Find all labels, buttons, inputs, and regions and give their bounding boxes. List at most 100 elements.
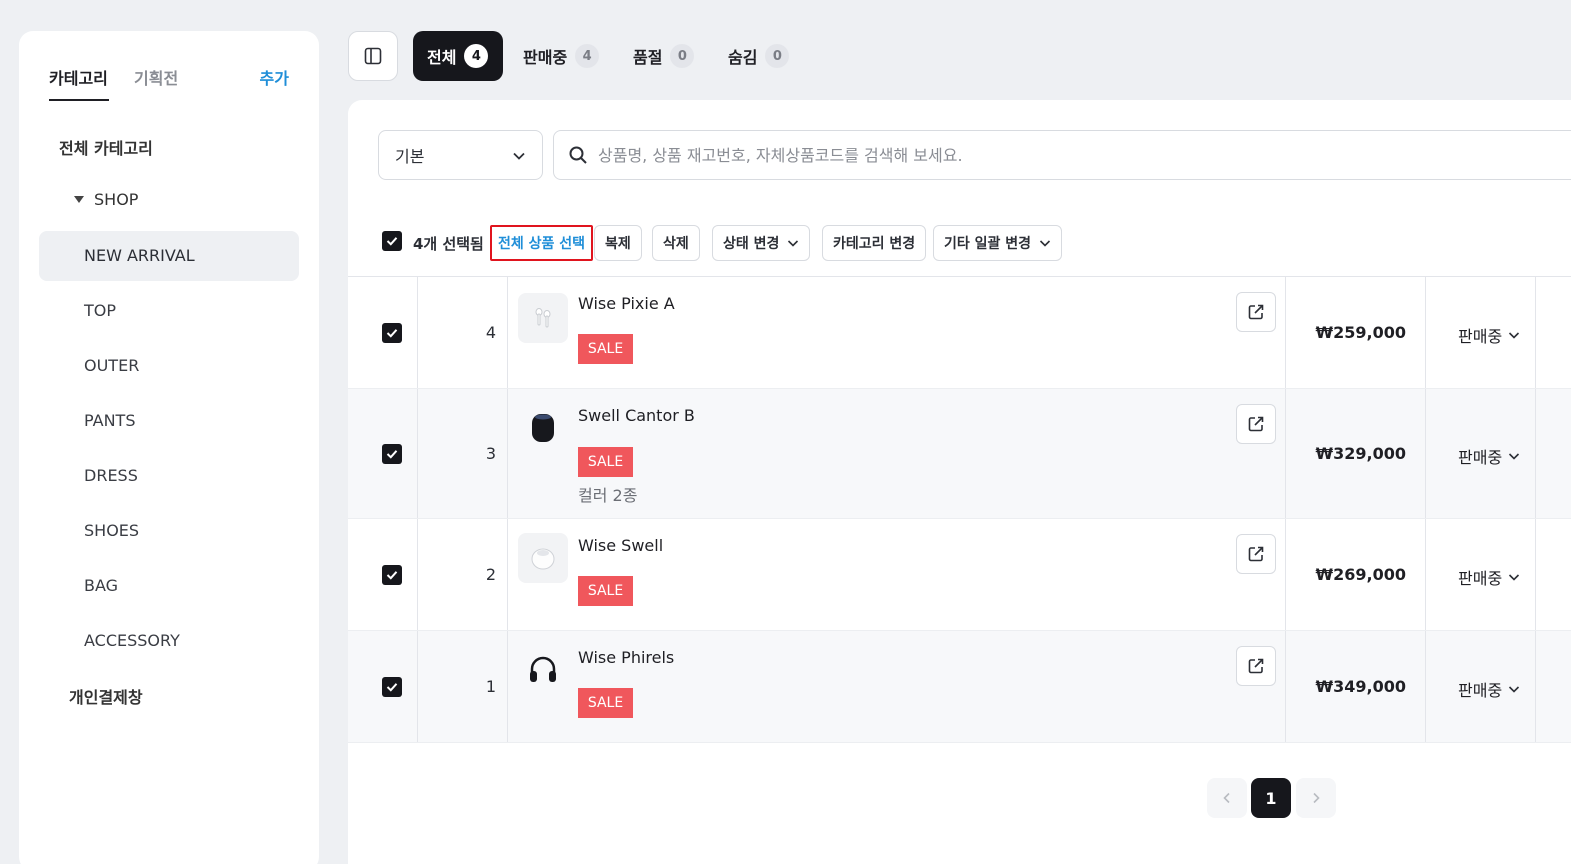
product-price: ₩349,000 bbox=[1315, 677, 1406, 696]
color-variant-count: 컬러 2종 bbox=[578, 486, 638, 505]
check-icon bbox=[386, 571, 398, 580]
search-type-value: 기본 bbox=[395, 147, 425, 166]
row-checkbox[interactable] bbox=[382, 565, 402, 585]
tab-all[interactable]: 전체 4 bbox=[413, 31, 503, 81]
row-checkbox[interactable] bbox=[382, 323, 402, 343]
column-divider bbox=[1425, 277, 1426, 388]
tab-sold-out[interactable]: 품절 0 bbox=[633, 31, 695, 81]
search-type-select[interactable]: 기본 bbox=[378, 130, 543, 180]
column-divider bbox=[1425, 389, 1426, 518]
sidebar-item-accessory[interactable]: ACCESSORY bbox=[39, 616, 299, 666]
sidebar-item-bag[interactable]: BAG bbox=[39, 561, 299, 611]
prev-page-button[interactable] bbox=[1207, 778, 1247, 818]
product-name[interactable]: Wise Pixie A bbox=[578, 294, 675, 313]
bulk-change-button[interactable]: 기타 일괄 변경 bbox=[933, 225, 1063, 261]
mini-speaker-icon bbox=[531, 548, 555, 570]
open-external-button[interactable] bbox=[1236, 404, 1276, 444]
sale-badge: SALE bbox=[578, 576, 633, 606]
table-row[interactable]: 1 Wise Phirels SALE ₩349,000 판매중 bbox=[348, 631, 1571, 743]
tab-category[interactable]: 카테고리 bbox=[49, 65, 109, 101]
sidebar-toggle-button[interactable] bbox=[348, 31, 398, 81]
tab-on-sale[interactable]: 판매중 4 bbox=[523, 31, 600, 81]
sidebar-item-new-arrival[interactable]: NEW ARRIVAL bbox=[39, 231, 299, 281]
product-thumbnail[interactable] bbox=[518, 645, 568, 695]
status-change-label: 상태 변경 bbox=[723, 236, 780, 252]
row-checkbox[interactable] bbox=[382, 444, 402, 464]
status-dropdown[interactable]: 판매중 bbox=[1458, 677, 1520, 701]
tab-on-sale-count: 4 bbox=[575, 44, 600, 68]
tab-sold-out-label: 품절 bbox=[633, 48, 663, 67]
add-category-button[interactable]: 추가 bbox=[260, 65, 289, 101]
product-number: 1 bbox=[485, 677, 496, 696]
select-all-products-button[interactable]: 전체 상품 선택 bbox=[490, 225, 594, 261]
external-link-icon bbox=[1248, 304, 1264, 320]
next-page-button[interactable] bbox=[1296, 778, 1336, 818]
product-thumbnail[interactable] bbox=[518, 293, 568, 343]
tab-promotion[interactable]: 기획전 bbox=[134, 65, 178, 101]
check-icon bbox=[386, 329, 398, 338]
shop-category[interactable]: SHOP bbox=[74, 190, 138, 209]
open-external-button[interactable] bbox=[1236, 646, 1276, 686]
open-external-button[interactable] bbox=[1236, 292, 1276, 332]
open-external-button[interactable] bbox=[1236, 534, 1276, 574]
product-thumbnail[interactable] bbox=[518, 533, 568, 583]
tab-hidden[interactable]: 숨김 0 bbox=[728, 31, 790, 81]
chevron-down-icon bbox=[1509, 332, 1520, 339]
sale-badge: SALE bbox=[578, 334, 633, 364]
delete-button[interactable]: 삭제 bbox=[652, 225, 700, 261]
sidebar-item-dress[interactable]: DRESS bbox=[39, 451, 299, 501]
product-thumbnail[interactable] bbox=[518, 403, 568, 453]
product-price: ₩269,000 bbox=[1315, 565, 1406, 584]
product-list-panel: 기본 4개 선택됨 전체 상품 선택 복제 삭제 상태 변경 카테고리 변경 기… bbox=[348, 100, 1571, 864]
chevron-down-icon bbox=[788, 240, 799, 247]
product-price: ₩259,000 bbox=[1315, 323, 1406, 342]
column-divider bbox=[507, 631, 508, 742]
category-change-button[interactable]: 카테고리 변경 bbox=[822, 225, 927, 261]
bulk-change-label: 기타 일괄 변경 bbox=[944, 236, 1032, 252]
sidebar-item-pants[interactable]: PANTS bbox=[39, 396, 299, 446]
search-box bbox=[553, 130, 1571, 180]
sidebar-item-top[interactable]: TOP bbox=[39, 286, 299, 336]
column-divider bbox=[1535, 389, 1536, 518]
table-row[interactable]: 4 Wise Pixie A SALE ₩259,000 판매중 bbox=[348, 277, 1571, 389]
column-divider bbox=[507, 519, 508, 630]
status-dropdown[interactable]: 판매중 bbox=[1458, 323, 1520, 347]
search-icon bbox=[569, 146, 587, 164]
tab-all-label: 전체 bbox=[427, 48, 457, 67]
duplicate-button[interactable]: 복제 bbox=[594, 225, 642, 261]
product-name[interactable]: Wise Swell bbox=[578, 536, 663, 555]
status-dropdown[interactable]: 판매중 bbox=[1458, 565, 1520, 589]
column-divider bbox=[1425, 519, 1426, 630]
sidebar-item-outer[interactable]: OUTER bbox=[39, 341, 299, 391]
tab-sold-out-count: 0 bbox=[670, 44, 695, 68]
tab-hidden-label: 숨김 bbox=[728, 48, 758, 67]
page-button-current[interactable]: 1 bbox=[1251, 778, 1291, 818]
table-row[interactable]: 2 Wise Swell SALE ₩269,000 판매중 bbox=[348, 519, 1571, 631]
select-all-checkbox[interactable] bbox=[382, 231, 402, 251]
headphones-icon bbox=[530, 656, 556, 682]
chevron-down-icon bbox=[1509, 686, 1520, 693]
caret-down-icon bbox=[74, 196, 84, 203]
sidebar-item-shoes[interactable]: SHOES bbox=[39, 506, 299, 556]
status-change-button[interactable]: 상태 변경 bbox=[712, 225, 811, 261]
shop-label: SHOP bbox=[94, 190, 139, 209]
all-categories[interactable]: 전체 카테고리 bbox=[59, 135, 153, 159]
status-label: 판매중 bbox=[1458, 327, 1503, 346]
check-icon bbox=[386, 237, 398, 246]
sale-badge: SALE bbox=[578, 688, 633, 718]
column-divider bbox=[1535, 519, 1536, 630]
product-price: ₩329,000 bbox=[1315, 444, 1406, 463]
product-number: 3 bbox=[485, 444, 496, 463]
product-name[interactable]: Swell Cantor B bbox=[578, 406, 695, 425]
product-name[interactable]: Wise Phirels bbox=[578, 648, 674, 667]
search-input[interactable] bbox=[598, 145, 1498, 165]
table-row[interactable]: 3 Swell Cantor B SALE 컬러 2종 ₩329,000 판매중 bbox=[348, 389, 1571, 519]
column-divider bbox=[1535, 631, 1536, 742]
row-checkbox[interactable] bbox=[382, 677, 402, 697]
column-divider bbox=[507, 389, 508, 518]
status-dropdown[interactable]: 판매중 bbox=[1458, 444, 1520, 468]
external-link-icon bbox=[1248, 416, 1264, 432]
personal-payment-category[interactable]: 개인결제창 bbox=[69, 684, 143, 708]
chevron-down-icon bbox=[513, 152, 525, 160]
column-divider bbox=[507, 277, 508, 388]
